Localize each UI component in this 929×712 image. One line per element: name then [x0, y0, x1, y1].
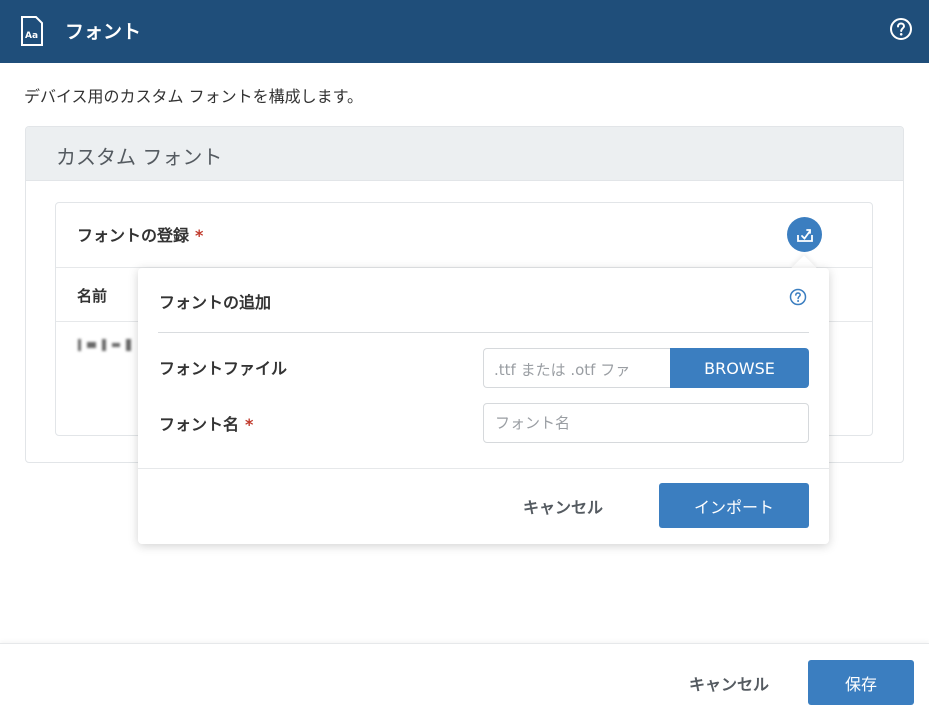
browse-button[interactable]: BROWSE	[670, 348, 809, 388]
popover-cancel-button[interactable]: キャンセル	[523, 494, 603, 518]
cancel-button[interactable]: キャンセル	[689, 671, 769, 695]
add-font-popover: フォントの追加 フォントファイル .ttf または .otf ファ BROWSE…	[138, 268, 829, 544]
import-icon	[796, 228, 813, 242]
help-circle-icon[interactable]	[789, 288, 807, 306]
panel-title: カスタム フォント	[56, 145, 223, 169]
font-name-label: フォント名 *	[159, 411, 253, 435]
app-header: Aa フォント	[0, 0, 929, 63]
footer-bar: キャンセル 保存	[0, 643, 929, 712]
blurred-font-name	[78, 336, 140, 354]
popover-title: フォントの追加	[159, 293, 272, 312]
divider	[158, 332, 809, 333]
divider	[138, 468, 829, 469]
required-mark: *	[195, 226, 204, 245]
page-title: フォント	[65, 21, 142, 43]
font-file-icon: Aa	[21, 16, 43, 46]
font-name-label-text: フォント名	[159, 415, 240, 434]
card-title-label: フォントの登録	[77, 226, 190, 245]
page-description: デバイス用のカスタム フォントを構成します。	[24, 87, 364, 106]
column-header-name: 名前	[77, 287, 108, 305]
import-font-button[interactable]	[787, 217, 822, 252]
font-name-input[interactable]	[483, 403, 809, 443]
help-circle-icon[interactable]	[889, 17, 913, 41]
required-mark: *	[245, 415, 254, 434]
popover-import-button[interactable]: インポート	[659, 483, 809, 528]
font-file-label: フォントファイル	[159, 359, 288, 378]
save-button[interactable]: 保存	[808, 660, 914, 705]
svg-text:Aa: Aa	[25, 31, 38, 41]
card-title: フォントの登録 *	[77, 222, 203, 246]
font-file-input[interactable]: .ttf または .otf ファ	[483, 348, 671, 388]
